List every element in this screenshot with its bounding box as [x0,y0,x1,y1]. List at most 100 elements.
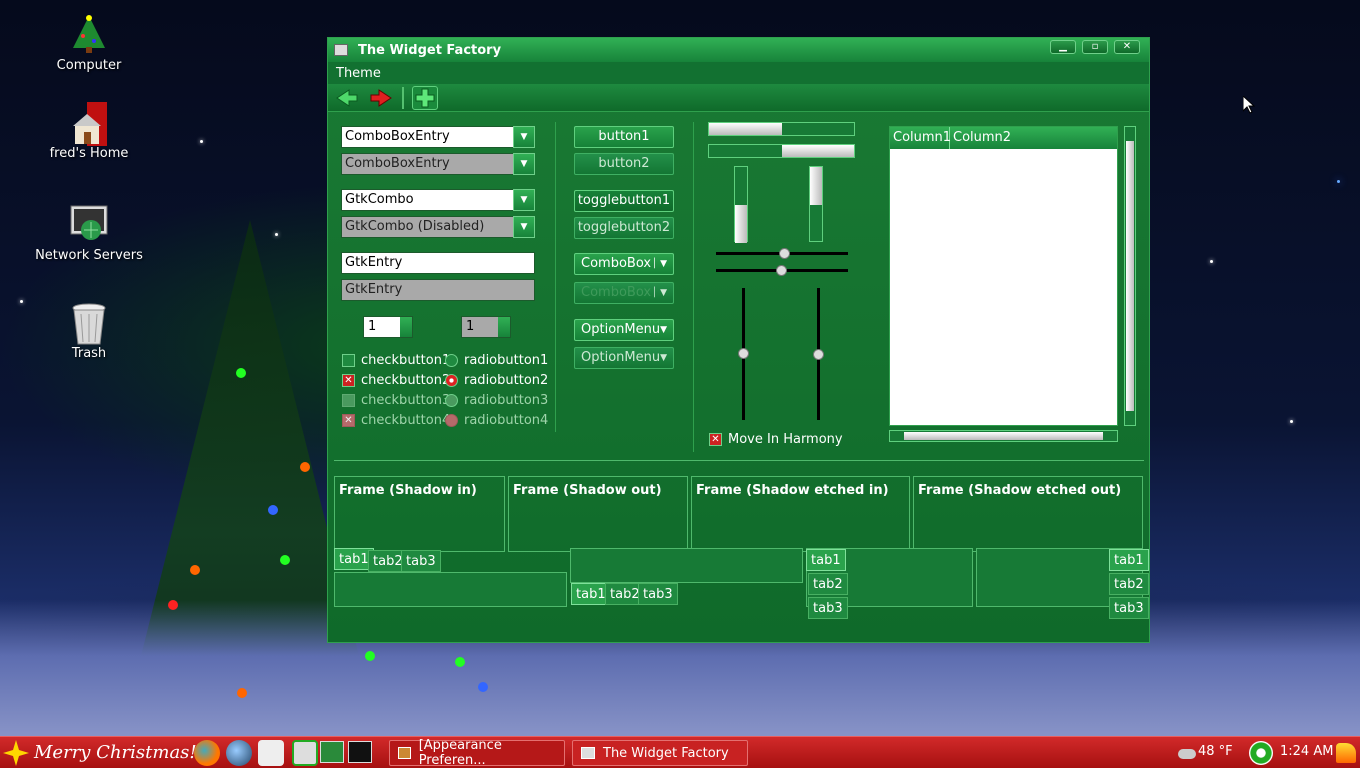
togglebutton1[interactable]: togglebutton1 [574,190,674,212]
widget-factory-window: The Widget Factory ▁ ▫ ✕ Theme ComboBoxE… [327,37,1150,643]
tree-light [268,505,278,515]
tree-light [455,657,465,667]
minimize-button[interactable]: ▁ [1050,40,1076,54]
combobox-entry-1-text: ComboBoxEntry [345,129,450,144]
notebook-bottom-panel [570,548,803,583]
clock[interactable]: 1:24 AM [1280,744,1333,759]
gtk-entry-2: GtkEntry [341,279,535,301]
show-desktop-icon[interactable] [320,741,344,763]
vertical-scrollbar-thumb[interactable] [1126,141,1134,411]
radiobutton-2[interactable]: radiobutton2 [445,373,548,388]
tab-left-2[interactable]: tab2 [808,573,848,595]
vscale-2-slider[interactable] [813,349,824,360]
checkbutton-1[interactable]: checkbutton1 [342,353,450,368]
spin-arrows-icon[interactable] [400,317,412,337]
optionmenu-1[interactable]: OptionMenu ▼ [574,319,674,341]
tree-light [236,368,246,378]
desktop-icon-home[interactable]: fred's Home [29,102,149,161]
tree-view[interactable]: Column1 Column2 [889,126,1118,426]
tab-right-3[interactable]: tab3 [1109,597,1149,619]
chevron-down-icon[interactable]: ▼ [513,189,535,211]
close-button[interactable]: ✕ [1114,40,1140,54]
button1[interactable]: button1 [574,126,674,148]
frame-label: Frame (Shadow in) [339,483,477,498]
window-title: The Widget Factory [358,42,502,58]
combobox-button-2: ComboBox │ ▼ [574,282,674,304]
radio-selected-icon [445,374,458,387]
back-button[interactable] [334,86,360,110]
tab-left-1[interactable]: tab1 [806,549,846,571]
star-decoration [1210,260,1213,263]
chevron-down-icon[interactable]: ▼ [513,126,535,148]
gtk-entry-1[interactable]: GtkEntry [341,252,535,274]
task-appearance-preferences[interactable]: [Appearance Preferen... [389,738,565,768]
radio-disabled-icon [445,394,458,407]
radiobutton-4-label: radiobutton4 [464,413,549,428]
combobox-button-1[interactable]: ComboBox │ ▼ [574,253,674,275]
desktop-icon-computer[interactable]: Computer [29,14,149,73]
forward-button[interactable] [368,86,394,110]
tab-bottom-3[interactable]: tab3 [638,583,678,605]
column1-header[interactable]: Column1 [890,127,951,149]
combobox-entry-2: ComboBoxEntry ▼ [341,153,535,175]
window-titlebar[interactable]: The Widget Factory ▁ ▫ ✕ [328,38,1149,62]
task-widget-factory[interactable]: The Widget Factory [572,740,748,766]
tab-right-2[interactable]: tab2 [1109,573,1149,595]
task-label: The Widget Factory [603,745,729,761]
optionmenu-2-label: OptionMenu [581,350,661,365]
move-in-harmony-check[interactable]: ✕ Move In Harmony [709,432,843,447]
spin-button-2-value: 1 [466,319,475,334]
spin-button-1-value: 1 [368,319,377,334]
tab-right-1[interactable]: tab1 [1109,549,1149,571]
chevron-down-icon: ▼ [513,153,535,175]
star-decoration [20,300,23,303]
update-icon[interactable] [292,740,318,766]
menu-theme[interactable]: Theme [336,66,381,81]
horizontal-scrollbar[interactable] [889,430,1118,442]
column2-header[interactable]: Column2 [950,127,1117,149]
tree-light [237,688,247,698]
tab-top-3[interactable]: tab3 [401,550,441,572]
gtkcombo[interactable]: GtkCombo ▼ [341,189,535,211]
tab-left-3[interactable]: tab3 [808,597,848,619]
back-arrow-icon [336,88,358,107]
combobox-entry-1[interactable]: ComboBoxEntry ▼ [341,126,535,148]
gtkcombo-disabled: GtkCombo (Disabled) ▼ [341,216,535,238]
hscale-2-slider[interactable] [776,265,787,276]
terminal-icon[interactable] [348,741,372,763]
radiobutton-1[interactable]: radiobutton1 [445,353,548,368]
frame-shadow-etched-in: Frame (Shadow etched in) [691,476,910,552]
spin-button-1[interactable]: 1 [363,316,413,338]
horizontal-scrollbar-thumb[interactable] [904,432,1103,440]
optionmenu-1-label: OptionMenu [581,322,661,337]
vscale-1-slider[interactable] [738,348,749,359]
menubar: Theme [328,62,1149,84]
checkbutton-2[interactable]: ✕ checkbutton2 [342,373,450,388]
network-status-icon[interactable] [1249,741,1273,765]
tree-light [280,555,290,565]
desktop-icon-label: Computer [56,58,122,73]
frame-shadow-in: Frame (Shadow in) [334,476,505,552]
checkbox-disabled-checked-icon: ✕ [342,414,355,427]
desktop-icon-label: fred's Home [49,146,129,161]
desktop-icon-network[interactable]: Network Servers [29,204,149,263]
add-button[interactable] [412,85,438,110]
mail-icon[interactable] [258,740,284,766]
tree-header: Column1 Column2 [890,127,1117,149]
hscale-1-slider[interactable] [779,248,790,259]
vertical-scrollbar[interactable] [1124,126,1136,426]
firefox-icon[interactable] [194,740,220,766]
frame-shadow-etched-out: Frame (Shadow etched out) [913,476,1143,552]
weather-temperature[interactable]: 48 °F [1198,744,1233,759]
checkbox-checked-icon: ✕ [709,433,722,446]
desktop-icon-trash[interactable]: Trash [29,302,149,361]
progress-fill [781,145,854,157]
star-menu-icon[interactable] [3,740,29,766]
applet-fire-icon[interactable] [1336,743,1356,763]
home-folder-icon [69,102,109,146]
combobox-button-2-label: ComboBox [581,285,652,300]
thunderbird-icon[interactable] [226,740,252,766]
chevron-down-icon: │ ▼ [651,288,667,298]
maximize-button[interactable]: ▫ [1082,40,1108,54]
toolbar [328,84,1149,112]
